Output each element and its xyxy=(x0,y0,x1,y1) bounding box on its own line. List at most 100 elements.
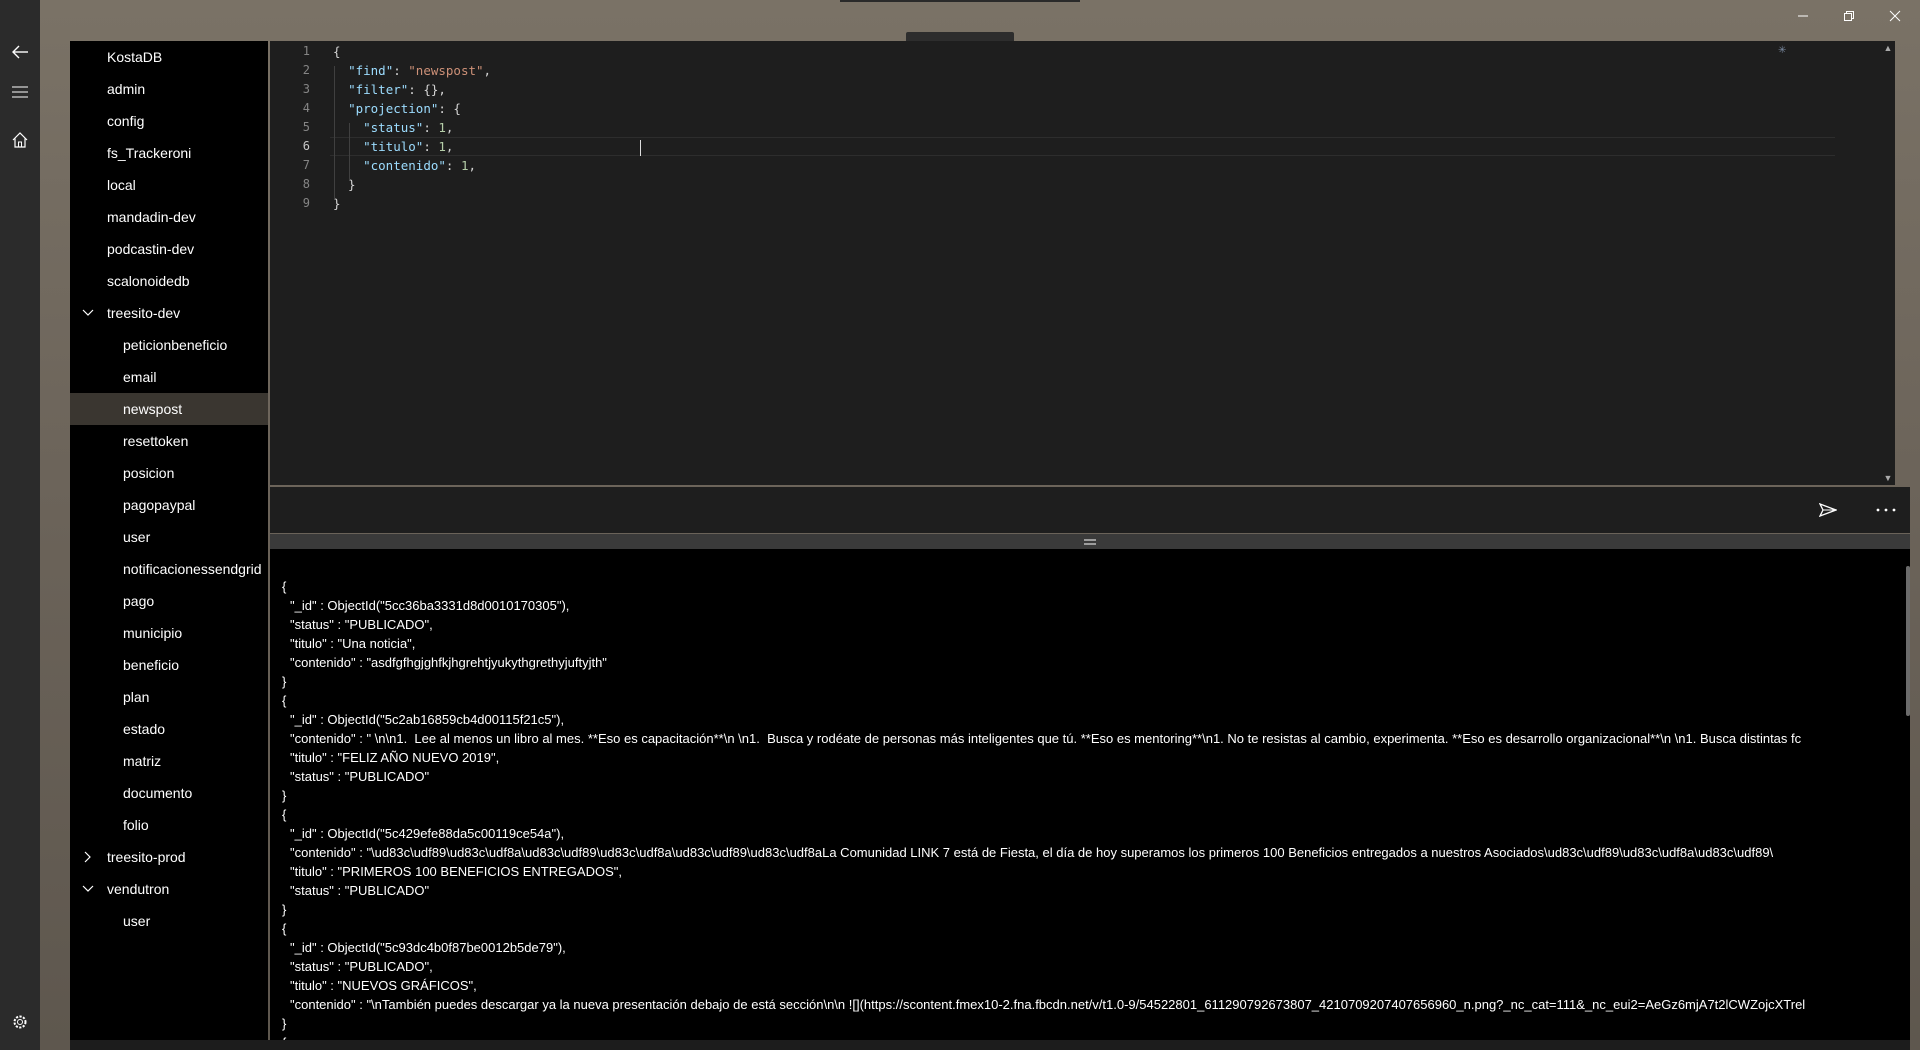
more-options-button[interactable] xyxy=(1868,495,1904,525)
minimize-icon xyxy=(1798,15,1808,17)
sidebar-item[interactable]: folio xyxy=(70,809,268,841)
code-token: , xyxy=(445,120,454,135)
sidebar-item-label: documento xyxy=(123,785,193,801)
sidebar-item[interactable]: matriz xyxy=(70,745,268,777)
menu-button[interactable] xyxy=(0,72,40,112)
result-line: "_id" : ObjectId("5cc36ba3331d8d00101703… xyxy=(290,598,570,613)
sidebar-item-label: estado xyxy=(123,721,166,737)
result-line: "titulo" : "Una noticia", xyxy=(290,636,416,651)
result-line: } xyxy=(282,902,287,917)
restore-button[interactable] xyxy=(1826,0,1872,32)
code-line[interactable]: "titulo": 1, xyxy=(333,137,453,156)
sidebar-item[interactable]: estado xyxy=(70,713,268,745)
code-token: { xyxy=(333,44,341,59)
sidebar-item[interactable]: beneficio xyxy=(70,649,268,681)
result-line: "contenido" : "asdfgfhgjghfkjhgrehtjyuky… xyxy=(290,655,607,670)
sidebar-item-label: local xyxy=(107,177,136,193)
code-line[interactable]: "filter": {}, xyxy=(333,80,446,99)
sidebar-item[interactable]: KostaDB xyxy=(70,41,268,73)
chevron-right-icon[interactable] xyxy=(80,841,96,873)
settings-button[interactable] xyxy=(0,1002,40,1042)
sidebar-item[interactable]: user xyxy=(70,521,268,553)
code-line[interactable]: } xyxy=(333,175,356,194)
sidebar-item-label: posicion xyxy=(123,465,175,481)
sidebar-item-label: treesito-prod xyxy=(107,849,186,865)
chevron-down-icon[interactable] xyxy=(80,873,96,905)
sidebar-item[interactable]: podcastin-dev xyxy=(70,233,268,265)
code-token: , xyxy=(483,63,492,78)
back-button[interactable] xyxy=(0,32,40,72)
scroll-up-icon[interactable]: ▲ xyxy=(1881,41,1895,55)
sidebar-item[interactable]: config xyxy=(70,105,268,137)
sidebar-item-label: newspost xyxy=(123,401,183,417)
query-action-bar xyxy=(270,487,1910,533)
chevron-down-icon[interactable] xyxy=(80,297,96,329)
sidebar-item[interactable]: admin xyxy=(70,73,268,105)
code-line[interactable]: "find": "newspost", xyxy=(333,61,491,80)
sidebar-item[interactable]: scalonoidedb xyxy=(70,265,268,297)
result-line: "_id" : ObjectId("5c93dc4b0f87be0012b5de… xyxy=(290,940,566,955)
more-options-icon xyxy=(1876,508,1896,512)
line-number: 4 xyxy=(302,101,310,115)
sidebar-item-label: scalonoidedb xyxy=(107,273,190,289)
navigation-rail xyxy=(0,0,40,1050)
sidebar-item[interactable]: vendutron xyxy=(70,873,268,905)
sidebar-item[interactable]: documento xyxy=(70,777,268,809)
sidebar-item[interactable]: local xyxy=(70,169,268,201)
result-line: "titulo" : "PRIMEROS 100 BENEFICIOS ENTR… xyxy=(290,864,622,879)
window-top-edge xyxy=(840,0,1080,2)
sidebar-item-label: notificacionessendgrid xyxy=(123,561,262,577)
sidebar-item[interactable]: peticionbeneficio xyxy=(70,329,268,361)
indent-guide xyxy=(334,66,335,199)
sidebar-item-label: municipio xyxy=(123,625,183,641)
result-line: "status" : "PUBLICADO" xyxy=(290,883,430,898)
sidebar-item-label: fs_Trackeroni xyxy=(107,145,192,161)
result-line: "contenido" : "\ud83c\udf89\ud83c\udf8a\… xyxy=(290,845,1774,860)
send-button[interactable] xyxy=(1810,495,1846,525)
code-line[interactable]: "projection": { xyxy=(333,99,461,118)
sidebar-item[interactable]: pagopaypal xyxy=(70,489,268,521)
sidebar-item[interactable]: notificacionessendgrid xyxy=(70,553,268,585)
sidebar-item[interactable]: user xyxy=(70,905,268,937)
home-button[interactable] xyxy=(0,120,40,160)
sidebar-item[interactable]: treesito-dev xyxy=(70,297,268,329)
close-button[interactable] xyxy=(1872,0,1918,32)
sidebar-item[interactable]: posicion xyxy=(70,457,268,489)
code-token: : xyxy=(393,63,409,78)
results-panel[interactable]: {"_id" : ObjectId("5cc36ba3331d8d0010170… xyxy=(270,549,1910,1040)
results-scrollbar[interactable] xyxy=(1906,566,1910,716)
panel-splitter[interactable] xyxy=(270,534,1910,549)
query-editor[interactable]: 1 2 3 4 5 6 7 8 9 { "find": "newspost", "filter"… xyxy=(270,41,1895,485)
code-token: : xyxy=(423,139,439,154)
sidebar-item[interactable]: email xyxy=(70,361,268,393)
sidebar-item[interactable]: mandadin-dev xyxy=(70,201,268,233)
code-line[interactable]: { xyxy=(333,42,341,61)
scroll-down-icon[interactable]: ▼ xyxy=(1881,471,1895,485)
sidebar-item[interactable]: municipio xyxy=(70,617,268,649)
sidebar-item-label: email xyxy=(123,369,157,385)
code-token: : { xyxy=(438,101,461,116)
minimize-button[interactable] xyxy=(1780,0,1826,32)
line-number: 2 xyxy=(302,63,310,77)
sidebar-item[interactable]: plan xyxy=(70,681,268,713)
sidebar-item[interactable]: resettoken xyxy=(70,425,268,457)
sidebar-item[interactable]: fs_Trackeroni xyxy=(70,137,268,169)
code-line[interactable]: "status": 1, xyxy=(333,118,453,137)
editor-scrollbar[interactable]: ▲ ▼ xyxy=(1881,41,1895,485)
sidebar-item[interactable]: treesito-prod xyxy=(70,841,268,873)
code-line[interactable]: "contenido": 1, xyxy=(333,156,476,175)
sidebar-item[interactable]: pago xyxy=(70,585,268,617)
sidebar-item[interactable]: newspost xyxy=(70,393,268,425)
code-token: "filter" xyxy=(348,82,409,97)
result-line: "_id" : ObjectId("5c2ab16859cb4d00115f21… xyxy=(290,712,565,727)
sidebar-item-label: admin xyxy=(107,81,146,97)
sidebar-item-label: folio xyxy=(123,817,149,833)
line-number: 3 xyxy=(302,82,310,96)
line-number: 1 xyxy=(302,44,310,58)
code-token: : xyxy=(445,158,461,173)
gear-icon xyxy=(13,1015,27,1029)
indent-guide xyxy=(349,123,350,180)
code-token: "status" xyxy=(363,120,424,135)
